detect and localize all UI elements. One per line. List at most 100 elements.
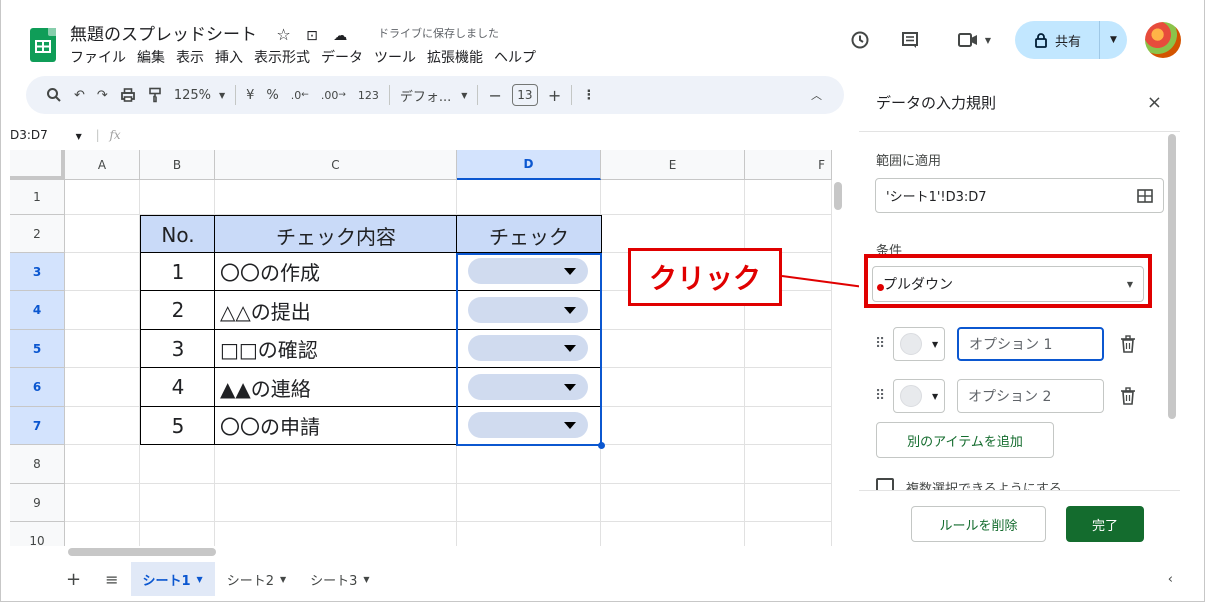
table-header-check[interactable]: チェック bbox=[456, 215, 602, 255]
grid-select-icon[interactable] bbox=[1137, 188, 1153, 203]
menu-extensions[interactable]: 拡張機能 bbox=[427, 47, 483, 67]
font-select[interactable]: デフォ... ▼ bbox=[394, 81, 474, 109]
currency-format-button[interactable]: ¥ bbox=[240, 81, 260, 109]
document-title[interactable]: 無題のスプレッドシート ☆ ⊡ ☁ bbox=[70, 20, 347, 45]
grid-cell[interactable] bbox=[65, 522, 140, 546]
row-header[interactable]: 7 bbox=[10, 407, 65, 445]
column-header[interactable]: D bbox=[457, 150, 601, 180]
menu-tools[interactable]: ツール bbox=[374, 47, 416, 67]
column-header[interactable]: E bbox=[601, 150, 745, 180]
spreadsheet-grid[interactable]: A B C D E F 1 2 3 4 5 6 7 8 9 10 No. チェック内容 チェック … bbox=[10, 150, 832, 546]
row-header[interactable]: 8 bbox=[10, 445, 65, 484]
grid-cell[interactable] bbox=[65, 215, 140, 253]
grid-cell[interactable] bbox=[140, 522, 215, 546]
horizontal-scroll-thumb[interactable] bbox=[68, 548, 216, 556]
grid-cell[interactable] bbox=[457, 522, 601, 546]
range-input[interactable]: 'シート1'!D3:D7 bbox=[875, 178, 1164, 213]
side-panel-toggle-chevron-icon[interactable]: ‹ bbox=[1156, 562, 1185, 596]
column-header[interactable]: C bbox=[215, 150, 457, 180]
grid-cell[interactable] bbox=[65, 368, 140, 407]
grid-cell[interactable] bbox=[65, 445, 140, 484]
grid-cell[interactable] bbox=[215, 484, 457, 522]
grid-cell[interactable] bbox=[601, 180, 745, 215]
row-header[interactable]: 3 bbox=[10, 253, 65, 291]
grid-cell[interactable] bbox=[601, 368, 745, 407]
grid-cell[interactable] bbox=[745, 180, 832, 215]
add-sheet-icon[interactable]: + bbox=[54, 562, 93, 596]
column-header[interactable]: B bbox=[140, 150, 215, 180]
grid-cell[interactable] bbox=[601, 407, 745, 445]
row-header[interactable]: 2 bbox=[10, 215, 65, 253]
drag-handle-icon[interactable]: ⠿ bbox=[875, 388, 887, 404]
print-icon[interactable] bbox=[114, 81, 142, 109]
row-header[interactable]: 6 bbox=[10, 368, 65, 407]
grid-cell[interactable] bbox=[215, 445, 457, 484]
option-color-picker[interactable]: ▼ bbox=[893, 379, 945, 413]
sheets-logo-icon[interactable] bbox=[30, 28, 56, 62]
undo-icon[interactable]: ↶ bbox=[68, 81, 91, 109]
name-box[interactable]: D3:D7 ▼ | fx bbox=[10, 128, 121, 142]
delete-rule-button[interactable]: ルールを削除 bbox=[911, 506, 1046, 542]
cloud-saved-icon[interactable]: ☁ bbox=[333, 28, 347, 44]
decrease-decimal-button[interactable]: .0 ← bbox=[285, 81, 315, 109]
grid-cell[interactable] bbox=[601, 522, 745, 546]
grid-cell[interactable] bbox=[745, 330, 832, 368]
vertical-scroll-thumb[interactable] bbox=[834, 182, 842, 210]
increase-font-size-button[interactable]: + bbox=[542, 81, 567, 109]
grid-cell[interactable] bbox=[65, 484, 140, 522]
grid-cell[interactable] bbox=[457, 445, 601, 484]
sheet-tab-1[interactable]: シート1 ▼ bbox=[130, 562, 215, 596]
table-cell-content[interactable]: △△の提出 bbox=[214, 290, 458, 330]
grid-cell[interactable] bbox=[65, 291, 140, 330]
move-folder-icon[interactable]: ⊡ bbox=[306, 28, 318, 44]
delete-trash-icon[interactable] bbox=[1120, 387, 1136, 405]
history-icon[interactable] bbox=[848, 28, 872, 52]
vertical-scrollbar[interactable] bbox=[833, 180, 843, 546]
avatar[interactable] bbox=[1145, 22, 1181, 58]
collapse-toolbar-icon[interactable]: ︿ bbox=[805, 81, 828, 109]
drag-handle-icon[interactable]: ⠿ bbox=[875, 336, 887, 352]
decrease-font-size-button[interactable]: − bbox=[482, 81, 507, 109]
grid-cell[interactable] bbox=[745, 522, 832, 546]
grid-cell[interactable] bbox=[745, 407, 832, 445]
menu-insert[interactable]: 挿入 bbox=[215, 47, 243, 67]
grid-cell[interactable] bbox=[140, 180, 215, 215]
table-cell-no[interactable]: 3 bbox=[140, 329, 216, 368]
zoom-select[interactable]: 125% ▼ bbox=[168, 81, 231, 109]
grid-cell[interactable] bbox=[601, 330, 745, 368]
table-header-content[interactable]: チェック内容 bbox=[214, 215, 458, 255]
more-vert-icon[interactable]: ⋮ bbox=[576, 81, 601, 109]
menu-help[interactable]: ヘルプ bbox=[494, 47, 536, 67]
grid-cell[interactable] bbox=[65, 330, 140, 368]
table-header-no[interactable]: No. bbox=[140, 215, 216, 255]
grid-cell[interactable] bbox=[745, 368, 832, 407]
column-header[interactable]: A bbox=[65, 150, 140, 180]
redo-icon[interactable]: ↷ bbox=[91, 81, 114, 109]
meet-button[interactable]: ▼ bbox=[950, 28, 998, 52]
table-cell-no[interactable]: 2 bbox=[140, 290, 216, 330]
table-cell-content[interactable]: 〇〇の作成 bbox=[214, 252, 458, 291]
grid-cell[interactable] bbox=[65, 407, 140, 445]
percent-format-button[interactable]: % bbox=[260, 81, 284, 109]
menu-file[interactable]: ファイル bbox=[70, 47, 126, 67]
option-color-picker[interactable]: ▼ bbox=[893, 327, 945, 361]
add-item-button[interactable]: 別のアイテムを追加 bbox=[876, 422, 1054, 458]
font-size-input[interactable]: 13 bbox=[511, 84, 538, 106]
menu-format[interactable]: 表示形式 bbox=[254, 47, 310, 67]
all-sheets-icon[interactable]: ≡ bbox=[93, 562, 130, 596]
table-cell-content[interactable]: 〇〇の申請 bbox=[214, 406, 458, 445]
row-header[interactable]: 4 bbox=[10, 291, 65, 330]
comments-icon[interactable] bbox=[898, 28, 922, 52]
select-all-corner[interactable] bbox=[10, 150, 65, 180]
grid-cell[interactable] bbox=[215, 180, 457, 215]
paint-format-icon[interactable] bbox=[142, 81, 168, 109]
table-cell-no[interactable]: 1 bbox=[140, 252, 216, 291]
panel-scroll-thumb[interactable] bbox=[1168, 134, 1176, 419]
menu-data[interactable]: データ bbox=[321, 47, 363, 67]
row-header[interactable]: 5 bbox=[10, 330, 65, 368]
grid-cell[interactable] bbox=[601, 445, 745, 484]
grid-cell[interactable] bbox=[65, 253, 140, 291]
row-header[interactable]: 9 bbox=[10, 484, 65, 522]
column-header[interactable]: F bbox=[745, 150, 832, 180]
menu-view[interactable]: 表示 bbox=[176, 47, 204, 67]
